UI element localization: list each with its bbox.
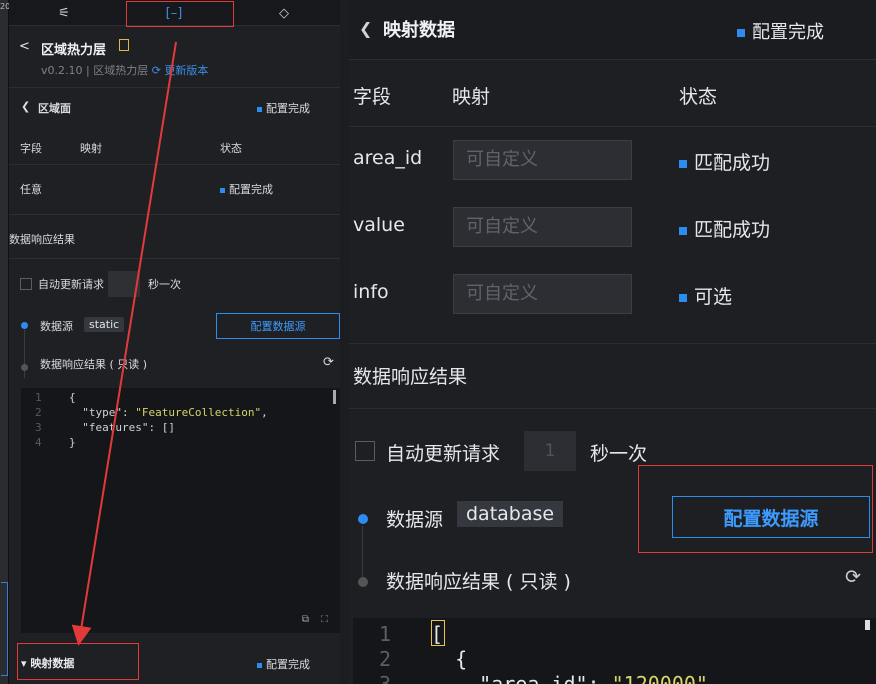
interval-suffix: 秒一次 — [590, 443, 648, 465]
mapping-input[interactable]: 可自定义 — [453, 140, 632, 180]
interaction-icon: ◇ — [279, 5, 289, 21]
datasource-label: 数据源 — [40, 320, 73, 333]
refresh-icon[interactable]: ⟳ — [323, 355, 334, 370]
annotation-box-mapping — [17, 643, 139, 680]
auto-update-label: 自动更新请求 — [38, 278, 104, 291]
mapping-header[interactable]: ❮ 映射数据 配置完成 — [349, 0, 876, 60]
refresh-icon[interactable]: ⟳ — [845, 566, 861, 588]
auto-update-checkbox[interactable] — [355, 441, 375, 461]
annotation-box-configure — [638, 465, 873, 553]
auto-update-row: 自动更新请求 秒一次 — [9, 270, 340, 298]
component-title: 区域热力层 — [41, 43, 107, 58]
code-tools[interactable]: ⧉ ⛶ — [302, 614, 328, 625]
version-text: v0.2.10 | 区域热力层 ⟳ 更新版本 — [41, 64, 209, 77]
tab-interaction[interactable]: ◇ — [229, 0, 339, 26]
annotation-box-data-tab — [126, 1, 234, 27]
code-viewer[interactable]: 1 2 3 4 { "type": "FeatureCollection", "… — [21, 388, 340, 633]
selection-marker — [1, 582, 8, 676]
tab-settings[interactable]: ⚟ — [9, 0, 119, 26]
component-header: < 区域热力层 v0.2.10 | 区域热力层 ⟳ 更新版本 — [9, 30, 340, 84]
update-version-link[interactable]: ⟳ 更新版本 — [152, 64, 209, 77]
doc-icon[interactable] — [119, 39, 129, 51]
interval-input[interactable]: 1 — [524, 431, 576, 471]
status-badge: 匹配成功 — [679, 148, 770, 175]
scrollbar[interactable] — [865, 620, 870, 630]
interval-suffix: 秒一次 — [148, 278, 181, 291]
status-badge: 匹配成功 — [679, 215, 770, 242]
status-badge: 配置完成 — [737, 18, 824, 44]
timeline-dot — [358, 577, 368, 587]
scrollbar[interactable] — [333, 390, 336, 404]
section-label: 区域面 — [38, 102, 71, 115]
datasource-tag: static — [84, 317, 125, 332]
auto-update-label: 自动更新请求 — [386, 443, 501, 465]
sliders-icon: ⚟ — [58, 5, 70, 21]
copy-icon: ⧉ — [301, 614, 309, 625]
collapse-icon: ❮ — [359, 19, 373, 38]
right-mapping-panel: ❮ 映射数据 配置完成 字段 映射 状态 area_id 可自定义 匹配成功 v… — [349, 0, 876, 684]
interval-input[interactable] — [108, 271, 140, 297]
mapping-input[interactable]: 可自定义 — [453, 274, 632, 314]
status-badge: 可选 — [679, 282, 732, 309]
status-badge: 配置完成 — [220, 181, 273, 197]
field-name: area_id — [353, 147, 423, 169]
collapse-icon: ❮ — [21, 100, 31, 113]
code-viewer[interactable]: 1 2 3 [ { "area_id": "120000" — [353, 618, 876, 684]
mapping-title: 映射数据 — [383, 20, 455, 41]
datasource-tag: database — [457, 501, 564, 527]
response-title: 数据响应结果 — [9, 233, 75, 246]
timeline-dot-active — [358, 514, 368, 524]
mapping-input[interactable]: 可自定义 — [453, 207, 632, 247]
field-name: info — [353, 281, 389, 303]
configure-datasource-button[interactable]: 配置数据源 — [216, 313, 340, 339]
status-badge: 配置完成 — [257, 656, 310, 672]
fullscreen-icon: ⛶ — [321, 614, 328, 625]
field-name: value — [353, 214, 405, 236]
status-badge: 配置完成 — [257, 100, 310, 116]
left-config-panel: 20 ⚟ [–] ◇ < 区域热力层 v0.2.10 | 区域热力层 ⟳ 更新版… — [0, 0, 340, 684]
editor-gutter-strip: 20 — [0, 0, 10, 684]
datasource-label: 数据源 — [386, 509, 444, 531]
back-button[interactable]: < — [19, 39, 30, 54]
auto-update-checkbox[interactable] — [20, 278, 32, 290]
section-area[interactable]: ❮ 区域面 配置完成 — [9, 100, 340, 116]
timeline-dot-active — [21, 322, 28, 329]
readonly-label: 数据响应结果 ( 只读 ) — [386, 571, 571, 593]
readonly-label: 数据响应结果 ( 只读 ) — [40, 358, 148, 371]
timeline-dot — [21, 364, 28, 371]
